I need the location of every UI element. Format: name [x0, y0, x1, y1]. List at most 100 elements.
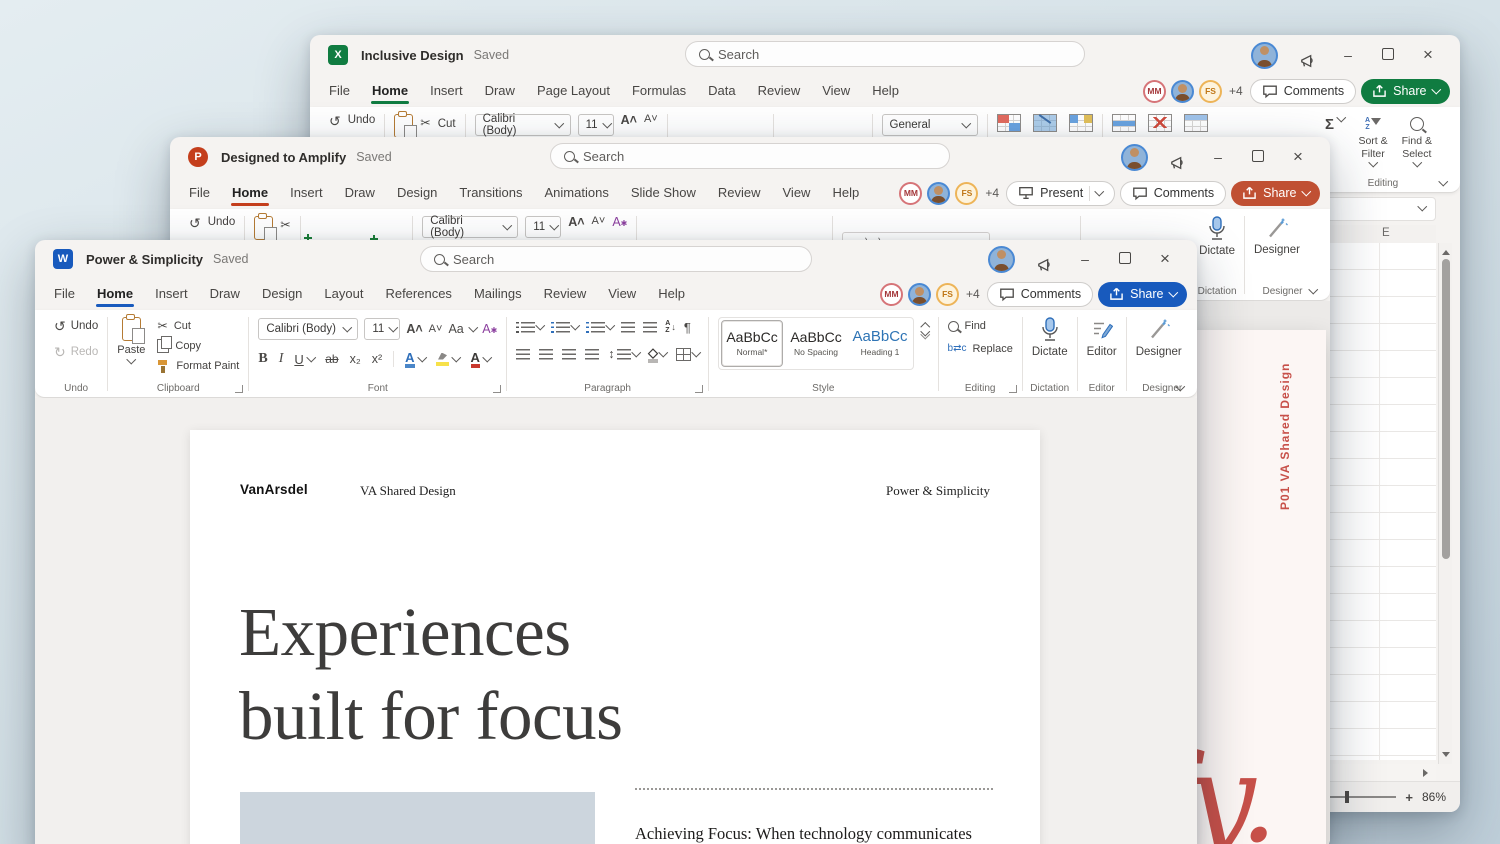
zoom-level[interactable]: 86% [1422, 790, 1446, 804]
decrease-indent-icon[interactable] [621, 321, 636, 333]
vertical-scrollbar[interactable] [1438, 243, 1452, 764]
font-size-combo[interactable]: 11 [577, 114, 614, 136]
replace-label[interactable]: Replace [972, 343, 1012, 355]
subscript-icon[interactable]: x₂ [350, 353, 361, 366]
format-as-table-icon[interactable] [1032, 114, 1057, 132]
presence-avatar-mm[interactable]: MM [899, 181, 923, 205]
ppt-tab-help[interactable]: Help [821, 178, 870, 208]
cut-icon[interactable]: ✂ [420, 117, 430, 130]
presence-overflow-count[interactable]: +4 [966, 287, 980, 301]
word-tab-home[interactable]: Home [86, 279, 144, 309]
user-avatar[interactable] [988, 245, 1015, 273]
excel-tab-help[interactable]: Help [861, 76, 910, 106]
find-label[interactable]: Find [965, 320, 986, 332]
designer-label[interactable]: Designer [1136, 346, 1182, 358]
close-button[interactable]: × [1408, 35, 1448, 75]
font-size-combo[interactable]: 11 [525, 216, 562, 238]
change-case-icon[interactable]: Aa [448, 323, 463, 336]
cell-styles-icon[interactable] [1068, 114, 1093, 132]
presence-avatar-fs[interactable]: FS [1199, 79, 1223, 103]
designer-wand-icon[interactable] [1148, 317, 1170, 342]
delete-cells-icon[interactable] [1147, 114, 1172, 132]
format-painter-icon[interactable] [157, 359, 170, 373]
highlight-color-icon[interactable] [436, 353, 450, 366]
cut-icon[interactable]: ✂ [280, 219, 290, 232]
presence-avatar-fs[interactable]: FS [955, 181, 979, 205]
underline-icon[interactable]: U [294, 353, 303, 366]
dictate-label[interactable]: Dictate [1199, 245, 1235, 257]
comments-button[interactable]: Comments [1249, 78, 1357, 104]
superscript-icon[interactable]: x² [372, 353, 382, 366]
scroll-right-arrow[interactable] [1423, 769, 1432, 777]
close-button[interactable]: × [1278, 137, 1318, 177]
scrollbar-thumb[interactable] [1441, 259, 1450, 559]
conditional-formatting-icon[interactable] [996, 114, 1021, 132]
sort-icon[interactable]: A Z ↓ [665, 320, 676, 334]
word-tab-references[interactable]: References [374, 279, 462, 309]
word-tab-layout[interactable]: Layout [313, 279, 374, 309]
clear-formatting-icon[interactable]: A✱ [612, 216, 627, 229]
grow-font-icon[interactable]: A˄ [568, 216, 584, 229]
justify-icon[interactable] [585, 348, 600, 360]
bullet-list-icon[interactable] [516, 321, 519, 333]
dictate-microphone-icon[interactable] [1207, 216, 1227, 242]
excel-tab-home[interactable]: Home [361, 76, 419, 106]
ppt-search-box[interactable]: Search [550, 143, 950, 169]
undo-icon[interactable]: ↺ [189, 216, 201, 230]
word-search-box[interactable]: Search [420, 246, 812, 272]
presence-avatar-photo[interactable] [927, 181, 951, 205]
user-avatar[interactable] [1251, 41, 1278, 69]
feedback-megaphone-icon[interactable] [1025, 246, 1065, 273]
minimize-button[interactable]: – [1328, 35, 1368, 75]
editor-icon[interactable] [1091, 317, 1113, 342]
minimize-button[interactable]: – [1065, 240, 1105, 278]
word-tab-view[interactable]: View [597, 279, 647, 309]
minimize-button[interactable]: – [1198, 137, 1238, 177]
comments-button[interactable]: Comments [986, 281, 1094, 307]
close-button[interactable]: × [1145, 240, 1185, 278]
sort-filter-button[interactable]: AZ Sort & Filter [1358, 114, 1388, 167]
document-page[interactable]: VanArsdel VA Shared Design Power & Simpl… [190, 430, 1040, 844]
grow-font-icon[interactable]: A˄ [621, 114, 637, 127]
paste-icon[interactable] [394, 111, 418, 141]
dictate-label[interactable]: Dictate [1032, 346, 1068, 358]
editor-label[interactable]: Editor [1087, 346, 1117, 358]
scroll-down-arrow[interactable] [1441, 752, 1450, 761]
maximize-button[interactable] [1238, 137, 1278, 177]
excel-tab-review[interactable]: Review [747, 76, 812, 106]
excel-tab-page-layout[interactable]: Page Layout [526, 76, 621, 106]
feedback-megaphone-icon[interactable] [1158, 143, 1198, 171]
shrink-font-icon[interactable]: A˅ [429, 323, 443, 335]
align-left-icon[interactable] [516, 348, 531, 360]
presence-overflow-count[interactable]: +4 [1229, 84, 1243, 98]
word-tab-insert[interactable]: Insert [144, 279, 199, 309]
ppt-tab-view[interactable]: View [772, 178, 822, 208]
paragraph-dialog-launcher[interactable] [695, 385, 704, 393]
borders-icon[interactable] [675, 347, 691, 361]
undo-icon[interactable]: ↺ [329, 114, 341, 128]
zoom-slider-thumb[interactable] [1345, 791, 1349, 803]
ppt-tab-review[interactable]: Review [707, 178, 772, 208]
designer-label[interactable]: Designer [1254, 244, 1300, 256]
comments-button[interactable]: Comments [1119, 180, 1227, 206]
strikethrough-icon[interactable]: ab [325, 353, 338, 365]
maximize-button[interactable] [1105, 240, 1145, 278]
font-color-icon[interactable]: A [470, 351, 481, 368]
paste-button[interactable]: Paste [117, 314, 145, 364]
format-cells-icon[interactable] [1183, 114, 1208, 132]
present-button[interactable]: Present [1006, 180, 1115, 206]
ppt-tab-insert[interactable]: Insert [279, 178, 334, 208]
line-spacing-icon[interactable]: ↕ [608, 348, 614, 361]
align-center-icon[interactable] [539, 348, 554, 360]
increase-indent-icon[interactable] [643, 321, 658, 333]
ppt-tab-file[interactable]: File [178, 178, 221, 208]
text-effects-icon[interactable]: A [405, 351, 415, 368]
align-right-icon[interactable] [562, 348, 577, 360]
ppt-tab-animations[interactable]: Animations [534, 178, 620, 208]
excel-search-box[interactable]: Search [685, 41, 1085, 67]
shrink-font-icon[interactable]: A˅ [592, 216, 606, 227]
style-no-spacing[interactable]: AaBbCc No Spacing [785, 320, 847, 367]
number-format-combo[interactable]: General [881, 114, 978, 136]
scroll-up-arrow[interactable] [1441, 246, 1450, 255]
undo-label[interactable]: Undo [348, 114, 376, 126]
